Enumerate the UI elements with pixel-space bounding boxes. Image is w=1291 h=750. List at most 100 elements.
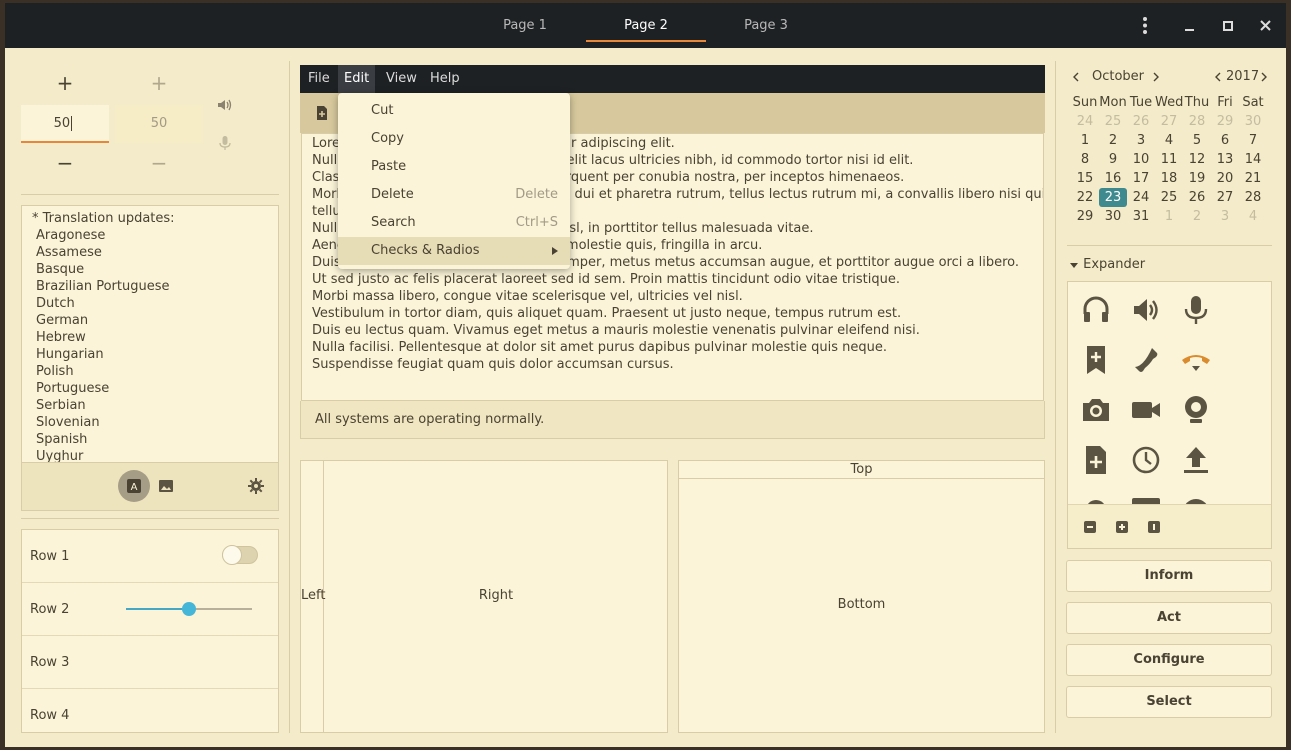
calendar-day[interactable]: 25: [1099, 112, 1127, 131]
list-item[interactable]: Dutch: [32, 295, 175, 312]
list-item[interactable]: Hungarian: [32, 346, 175, 363]
calendar-day[interactable]: 2: [1099, 131, 1127, 150]
row-1-switch[interactable]: [222, 545, 258, 565]
camera-icon[interactable]: [1080, 394, 1112, 426]
calendar-day[interactable]: 4: [1155, 131, 1183, 150]
spin-entry-field[interactable]: 50: [115, 105, 203, 143]
webcam-icon[interactable]: [1180, 394, 1212, 426]
image-icon[interactable]: [158, 478, 174, 494]
spin-entry-field[interactable]: 50: [21, 105, 109, 143]
video-camera-icon[interactable]: [1130, 394, 1162, 426]
calendar-day[interactable]: 1: [1155, 207, 1183, 226]
list-item[interactable]: Hebrew: [32, 329, 175, 346]
calendar-day[interactable]: 19: [1183, 169, 1211, 188]
list-item[interactable]: Portuguese: [32, 380, 175, 397]
calendar-day[interactable]: 28: [1183, 112, 1211, 131]
calendar-day[interactable]: 11: [1155, 150, 1183, 169]
spin-increment-button[interactable]: +: [21, 71, 109, 95]
act-button[interactable]: Act: [1066, 602, 1272, 634]
calendar-day[interactable]: 25: [1155, 188, 1183, 207]
menu-item-search[interactable]: Search Ctrl+S: [338, 209, 570, 237]
clock-icon[interactable]: [1130, 444, 1162, 476]
configure-button[interactable]: Configure: [1066, 644, 1272, 676]
tab-page-3[interactable]: Page 3: [706, 3, 826, 48]
calendar-day[interactable]: 26: [1127, 112, 1155, 131]
calendar-day[interactable]: 5: [1183, 131, 1211, 150]
calendar-day[interactable]: 22: [1071, 188, 1099, 207]
calendar-day[interactable]: 30: [1239, 112, 1267, 131]
calendar-day[interactable]: 24: [1127, 188, 1155, 207]
calendar-next-year[interactable]: [1259, 65, 1269, 89]
slider-handle[interactable]: [182, 602, 196, 616]
calendar-day[interactable]: 26: [1183, 188, 1211, 207]
list-item[interactable]: Serbian: [32, 397, 175, 414]
calendar-day[interactable]: 29: [1071, 207, 1099, 226]
menu-file[interactable]: File: [302, 65, 336, 93]
calendar-day[interactable]: 4: [1239, 207, 1267, 226]
document-add-icon[interactable]: [314, 105, 330, 121]
spin-decrement-button[interactable]: −: [115, 151, 203, 175]
calendar-day[interactable]: 24: [1071, 112, 1099, 131]
menu-item-copy[interactable]: Copy: [338, 125, 570, 153]
list-item[interactable]: Basque: [32, 261, 175, 278]
spin-increment-button[interactable]: +: [115, 71, 203, 95]
speaker-icon[interactable]: [1130, 294, 1162, 326]
menu-item-delete[interactable]: Delete Delete: [338, 181, 570, 209]
list-row-1[interactable]: Row 1: [22, 530, 278, 583]
calendar-day[interactable]: 29: [1211, 112, 1239, 131]
calendar-day[interactable]: 3: [1211, 207, 1239, 226]
remove-icon[interactable]: [1084, 521, 1096, 533]
list-item[interactable]: Brazilian Portuguese: [32, 278, 175, 295]
tab-page-1[interactable]: Page 1: [465, 3, 585, 48]
document-add-icon[interactable]: [1080, 444, 1112, 476]
calendar-day[interactable]: 10: [1127, 150, 1155, 169]
menu-help[interactable]: Help: [424, 65, 466, 93]
minimize-icon[interactable]: [1172, 3, 1208, 48]
calendar-day[interactable]: 1: [1071, 131, 1099, 150]
calendar-next-month[interactable]: [1151, 65, 1161, 89]
list-item[interactable]: Aragonese: [32, 227, 175, 244]
calendar-day[interactable]: 18: [1155, 169, 1183, 188]
list-row-2[interactable]: Row 2: [22, 583, 278, 636]
list-item[interactable]: Polish: [32, 363, 175, 380]
calendar-day-selected[interactable]: 23: [1099, 188, 1127, 207]
hangup-icon[interactable]: [1180, 344, 1212, 376]
calendar-prev-month[interactable]: [1071, 65, 1081, 89]
volume-icon[interactable]: [217, 97, 233, 113]
translation-list[interactable]: * Translation updates: Aragonese Assamese…: [21, 205, 279, 511]
close-icon[interactable]: [1248, 3, 1284, 48]
list-item[interactable]: Slovenian: [32, 414, 175, 431]
calendar-day[interactable]: 13: [1211, 150, 1239, 169]
calendar-day[interactable]: 2: [1183, 207, 1211, 226]
gear-icon[interactable]: [248, 478, 264, 494]
phone-icon[interactable]: [1130, 344, 1162, 376]
upload-icon[interactable]: [1180, 444, 1212, 476]
microphone-icon[interactable]: [217, 135, 233, 151]
calendar-day[interactable]: 15: [1071, 169, 1099, 188]
calendar-day[interactable]: 17: [1127, 169, 1155, 188]
menu-item-paste[interactable]: Paste: [338, 153, 570, 181]
menu-item-cut[interactable]: Cut: [338, 97, 570, 125]
calendar-day[interactable]: 28: [1239, 188, 1267, 207]
calendar-day[interactable]: 21: [1239, 169, 1267, 188]
maximize-icon[interactable]: [1210, 3, 1246, 48]
inform-button[interactable]: Inform: [1066, 560, 1272, 592]
calendar-day[interactable]: 14: [1239, 150, 1267, 169]
calendar-day[interactable]: 8: [1071, 150, 1099, 169]
select-button[interactable]: Select: [1066, 686, 1272, 718]
list-item[interactable]: Assamese: [32, 244, 175, 261]
menu-edit[interactable]: Edit: [338, 65, 376, 93]
microphone-icon[interactable]: [1180, 294, 1212, 326]
calendar-day[interactable]: 12: [1183, 150, 1211, 169]
calendar-day[interactable]: 27: [1155, 112, 1183, 131]
calendar-day[interactable]: 16: [1099, 169, 1127, 188]
calendar-day[interactable]: 20: [1211, 169, 1239, 188]
text-format-icon[interactable]: A: [118, 470, 150, 502]
menu-item-checks-radios[interactable]: Checks & Radios: [338, 237, 570, 265]
list-item[interactable]: Spanish: [32, 431, 175, 448]
headphones-icon[interactable]: [1080, 294, 1112, 326]
tab-page-2[interactable]: Page 2: [586, 3, 706, 48]
calendar-day[interactable]: 27: [1211, 188, 1239, 207]
calendar-day[interactable]: 3: [1127, 131, 1155, 150]
add-icon[interactable]: [1116, 521, 1128, 533]
